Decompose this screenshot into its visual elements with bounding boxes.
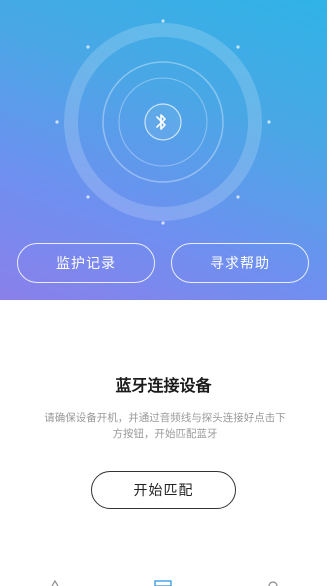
- hero-banner: 监护记录 寻求帮助: [0, 0, 327, 300]
- monitor-records-label: 监护记录: [56, 256, 116, 272]
- seek-help-button[interactable]: 寻求帮助: [171, 243, 309, 283]
- bluetooth-icon: [147, 108, 175, 136]
- tab-icon-right[interactable]: [268, 581, 278, 586]
- start-pairing-button[interactable]: 开始匹配: [91, 471, 236, 509]
- instruction-text: 请确保设备开机，并通过音频线与探头连接好点击下方按钮，开始匹配蓝牙: [44, 412, 286, 440]
- monitor-records-button[interactable]: 监护记录: [17, 243, 155, 283]
- tab-bar[interactable]: [0, 578, 327, 586]
- seek-help-label: 寻求帮助: [210, 256, 270, 272]
- page-title: 蓝牙连接设备: [115, 376, 212, 395]
- tab-icon-left[interactable]: [51, 579, 59, 586]
- start-pairing-label: 开始匹配: [133, 483, 194, 499]
- tab-icon-center[interactable]: [154, 580, 172, 586]
